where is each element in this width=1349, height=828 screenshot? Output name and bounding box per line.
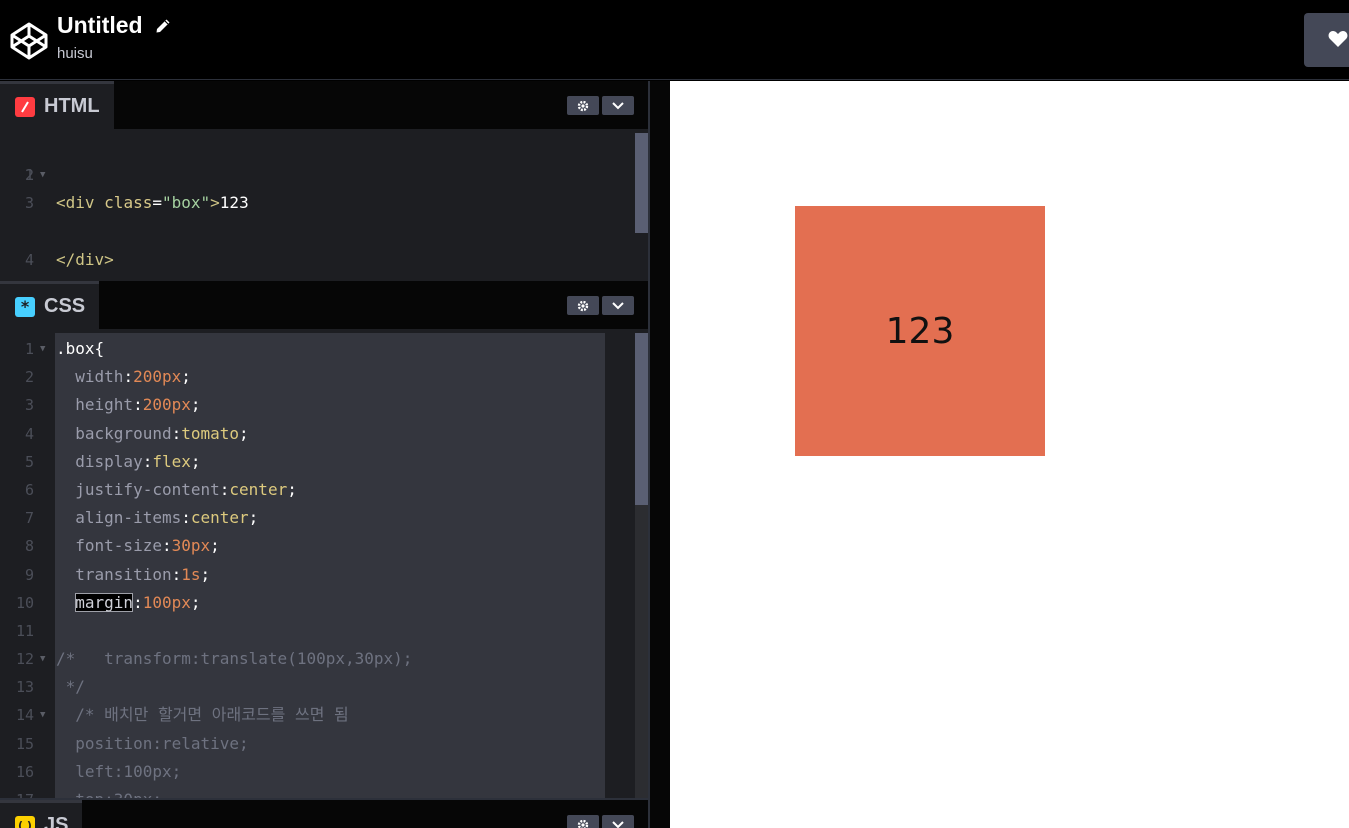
code-line: 2 width:200px; <box>24 367 191 387</box>
js-collapse-button[interactable] <box>602 815 634 828</box>
code-line: 16 left:100px; <box>15 761 182 781</box>
love-button[interactable] <box>1304 13 1349 67</box>
editors-column: HTML 1 ▼ <div class="box">123 2 3 4 </div> <box>0 81 650 828</box>
code-line: 13 */ <box>15 677 85 697</box>
html-code-area[interactable]: 1 ▼ <div class="box">123 2 3 4 </div> <box>0 133 648 281</box>
result-preview: 123 <box>670 81 1349 828</box>
css-editor-label: CSS <box>44 295 86 317</box>
code-line: 6 justify-content:center; <box>24 479 297 499</box>
author-name[interactable]: huisu <box>57 45 172 62</box>
code-line: 14 ▼ /* 배치만 할거면 아래코드를 쓰면 됨 <box>15 705 349 725</box>
css-scrollbar[interactable] <box>635 333 648 800</box>
code-line: 9 transition:1s; <box>24 564 211 584</box>
top-header: Untitled huisu <box>0 0 1349 80</box>
html-scrollbar[interactable] <box>635 133 648 233</box>
chevron-down-icon <box>612 301 624 309</box>
html-settings-button[interactable] <box>567 96 599 115</box>
css-badge-icon: * <box>15 296 35 317</box>
html-collapse-button[interactable] <box>602 96 634 115</box>
code-line: 3 height:200px; <box>24 395 201 415</box>
js-editor-header: ( ) JS <box>0 800 648 828</box>
html-editor-tab[interactable]: HTML <box>0 81 114 129</box>
code-line: 4 </div> <box>24 249 114 269</box>
gear-icon <box>577 100 589 111</box>
heart-icon <box>1328 31 1348 47</box>
js-settings-button[interactable] <box>567 815 599 828</box>
codepen-logo-icon[interactable] <box>9 21 49 61</box>
css-settings-button[interactable] <box>567 296 599 315</box>
title-block: Untitled huisu <box>57 12 172 62</box>
css-scrollbar-thumb[interactable] <box>635 333 648 505</box>
resize-gutter[interactable] <box>650 81 670 828</box>
css-collapse-button[interactable] <box>602 296 634 315</box>
js-editor-label: JS <box>44 814 69 828</box>
code-line: 1 ▼ .box{ <box>24 339 105 358</box>
html-badge-icon <box>15 96 35 117</box>
code-line: 10 margin:100px; <box>15 592 201 612</box>
css-editor-tab[interactable]: * CSS <box>0 281 100 329</box>
code-line: 15 position:relative; <box>15 733 249 753</box>
code-line: 4 background:tomato; <box>24 423 249 443</box>
js-editor-tab[interactable]: ( ) JS <box>0 800 83 828</box>
code-line: 3 <box>24 194 34 213</box>
gear-icon <box>577 300 589 311</box>
html-editor-header: HTML <box>0 81 648 129</box>
code-line: 12 ▼/* transform:translate(100px,30px); <box>15 649 413 669</box>
code-line: 11 <box>15 621 34 640</box>
preview-box: 123 <box>795 206 1045 456</box>
css-editor-header: * CSS <box>0 281 648 329</box>
code-line: 5 display:flex; <box>24 451 201 471</box>
pen-title[interactable]: Untitled <box>57 12 143 39</box>
js-badge-icon: ( ) <box>15 815 35 828</box>
pencil-icon[interactable] <box>154 17 172 35</box>
html-scrollbar-thumb[interactable] <box>635 133 648 233</box>
html-editor-label: HTML <box>44 95 100 117</box>
chevron-down-icon <box>612 101 624 109</box>
code-line: 8 font-size:30px; <box>24 536 220 556</box>
chevron-down-icon <box>612 820 624 828</box>
gear-icon <box>577 819 589 828</box>
css-code-area[interactable]: 1 ▼ .box{ 2 width:200px; 3 height:200px; 4… <box>0 333 648 800</box>
code-line: 2 <box>24 166 34 185</box>
selected-word: margin <box>75 592 134 612</box>
code-line: 7 align-items:center; <box>24 508 259 528</box>
code-line: 1 ▼ <div class="box">123 <box>24 166 249 213</box>
